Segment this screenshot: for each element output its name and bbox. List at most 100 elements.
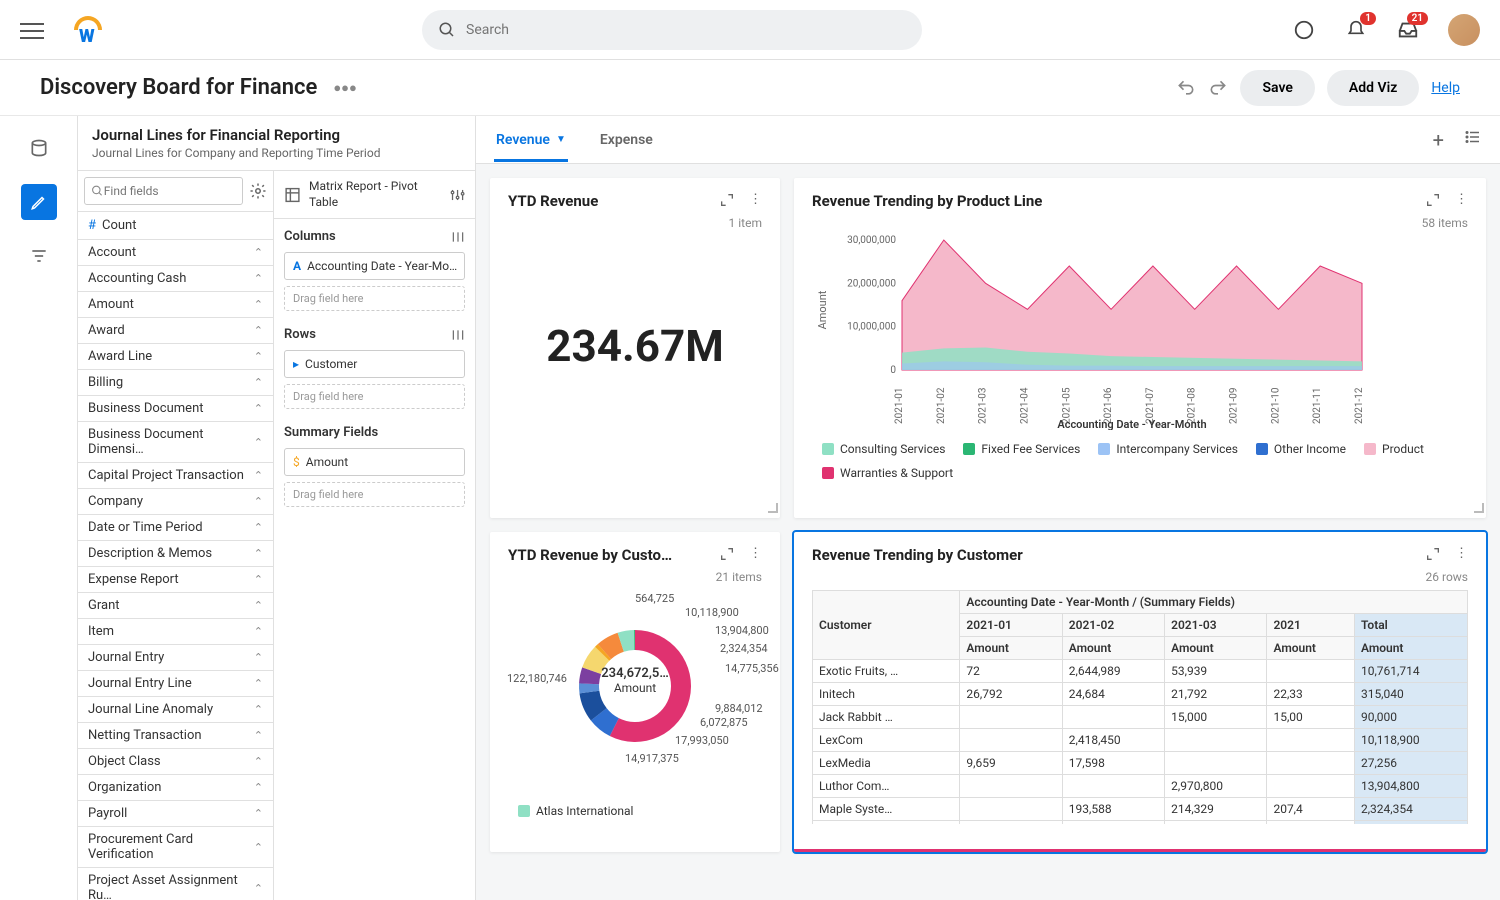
svg-text:0: 0 [890,365,896,376]
resize-handle[interactable] [1474,503,1484,513]
filter-icon[interactable] [21,238,57,274]
help-link[interactable]: Help [1431,80,1460,96]
chart-legend: Atlas International [508,804,762,818]
legend-item: Intercompany Services [1098,442,1238,456]
items-count: 1 item [508,216,762,230]
field-group[interactable]: Journal Entry⌃ [78,645,273,671]
field-group[interactable]: Organization⌃ [78,775,273,801]
svg-text:2021-01: 2021-01 [894,388,905,424]
field-group[interactable]: Business Document Dimensi…⌃ [78,422,273,463]
kebab-icon[interactable]: ⋮ [1455,192,1468,208]
field-group[interactable]: Award Line⌃ [78,344,273,370]
svg-text:Accounting Date - Year-Month: Accounting Date - Year-Month [1057,418,1206,430]
resize-handle[interactable] [768,503,778,513]
add-tab-icon[interactable]: + [1433,128,1444,152]
card-ytd-revenue[interactable]: YTD Revenue ⋮ 1 item 234.67M [490,178,780,518]
data-label: 122,180,746 [507,672,567,685]
field-group[interactable]: Expense Report⌃ [78,567,273,593]
svg-text:2021-11: 2021-11 [1312,388,1323,424]
drop-zone[interactable]: Drag field here [284,482,465,507]
report-type: Matrix Report - Pivot Table [309,179,442,210]
field-group[interactable]: Account⌃ [78,240,273,266]
field-group[interactable]: Description & Memos⌃ [78,541,273,567]
field-group[interactable]: Procurement Card Verification⌃ [78,827,273,868]
card-title: Revenue Trending by Product Line [812,192,1042,210]
svg-text:10,000,000: 10,000,000 [847,322,896,333]
canvas: Revenue▼ Expense + YTD Revenue ⋮ 1 item … [476,116,1500,900]
search-input[interactable] [466,22,906,38]
kebab-icon[interactable]: ⋮ [749,546,762,562]
tab-revenue[interactable]: Revenue▼ [494,118,568,162]
field-group[interactable]: Netting Transaction⌃ [78,723,273,749]
dataset-subtitle: Journal Lines for Company and Reporting … [92,146,461,160]
data-icon[interactable] [21,130,57,166]
sliders-icon[interactable] [451,328,465,342]
field-group[interactable]: Object Class⌃ [78,749,273,775]
field-group[interactable]: Project Asset Assignment Ru…⌃ [78,868,273,900]
more-icon[interactable]: ●●● [333,80,357,96]
field-group[interactable]: Journal Entry Line⌃ [78,671,273,697]
legend-item: Other Income [1256,442,1346,456]
sliders-icon[interactable] [450,187,465,203]
chat-icon[interactable] [1292,18,1316,42]
list-icon[interactable] [1464,128,1482,146]
search-icon [438,21,456,39]
add-viz-button[interactable]: Add Viz [1327,70,1419,106]
inbox-icon[interactable]: 21 [1396,18,1420,42]
redo-icon[interactable] [1208,78,1228,98]
undo-icon[interactable] [1176,78,1196,98]
field-group[interactable]: Payroll⌃ [78,801,273,827]
legend-item: Warranties & Support [822,466,953,480]
bell-icon[interactable]: 1 [1344,18,1368,42]
expand-icon[interactable] [1425,192,1441,208]
rows-chip[interactable]: ▸Customer [284,350,465,378]
edit-icon[interactable] [21,184,57,220]
gear-icon[interactable] [249,182,267,200]
field-group[interactable]: Capital Project Transaction⌃ [78,463,273,489]
ytd-value: 234.67M [508,320,762,372]
sliders-icon[interactable] [451,230,465,244]
drop-zone[interactable]: Drag field here [284,286,465,311]
field-group[interactable]: Company⌃ [78,489,273,515]
svg-text:Amount: Amount [816,290,829,329]
avatar[interactable] [1448,14,1480,46]
svg-text:20,000,000: 20,000,000 [847,278,896,289]
data-label: 17,993,050 [675,734,729,747]
global-search[interactable] [422,10,922,50]
field-group[interactable]: Award⌃ [78,318,273,344]
data-label: 14,917,375 [625,752,679,765]
config-column: Matrix Report - Pivot Table Columns AAcc… [274,171,475,900]
rows-label: Rows [284,327,316,342]
field-group[interactable]: Item⌃ [78,619,273,645]
expand-icon[interactable] [719,192,735,208]
field-group[interactable]: Amount⌃ [78,292,273,318]
field-group[interactable]: Accounting Cash⌃ [78,266,273,292]
drop-zone[interactable]: Drag field here [284,384,465,409]
summary-chip[interactable]: $Amount [284,448,465,476]
expand-icon[interactable] [719,546,735,562]
card-ytd-customer[interactable]: YTD Revenue by Custo… ⋮ 21 items 234,672… [490,532,780,852]
svg-text:2021-04: 2021-04 [1019,387,1030,424]
find-fields-text[interactable] [104,184,236,198]
tabs: Revenue▼ Expense + [476,116,1500,164]
card-title: YTD Revenue [508,192,598,210]
expand-icon[interactable] [1425,546,1441,562]
field-group[interactable]: Business Document⌃ [78,396,273,422]
save-button[interactable]: Save [1240,70,1314,106]
workday-logo[interactable]: W [74,16,102,44]
find-fields-input[interactable] [84,177,243,205]
field-group[interactable]: Grant⌃ [78,593,273,619]
field-group[interactable]: Billing⌃ [78,370,273,396]
field-group[interactable]: Date or Time Period⌃ [78,515,273,541]
chart-legend: Consulting ServicesFixed Fee ServicesInt… [812,442,1468,480]
card-trending-product[interactable]: Revenue Trending by Product Line ⋮ 58 it… [794,178,1486,518]
tab-expense[interactable]: Expense [598,118,655,162]
kebab-icon[interactable]: ⋮ [749,192,762,208]
rows-count: 26 rows [812,570,1468,584]
kebab-icon[interactable]: ⋮ [1455,546,1468,562]
menu-icon[interactable] [20,18,44,42]
columns-chip[interactable]: AAccounting Date - Year-Mo… [284,252,465,280]
card-trending-customer[interactable]: Revenue Trending by Customer ⋮ 26 rows C… [794,532,1486,852]
count-field[interactable]: #Count [78,212,273,240]
field-group[interactable]: Journal Line Anomaly⌃ [78,697,273,723]
